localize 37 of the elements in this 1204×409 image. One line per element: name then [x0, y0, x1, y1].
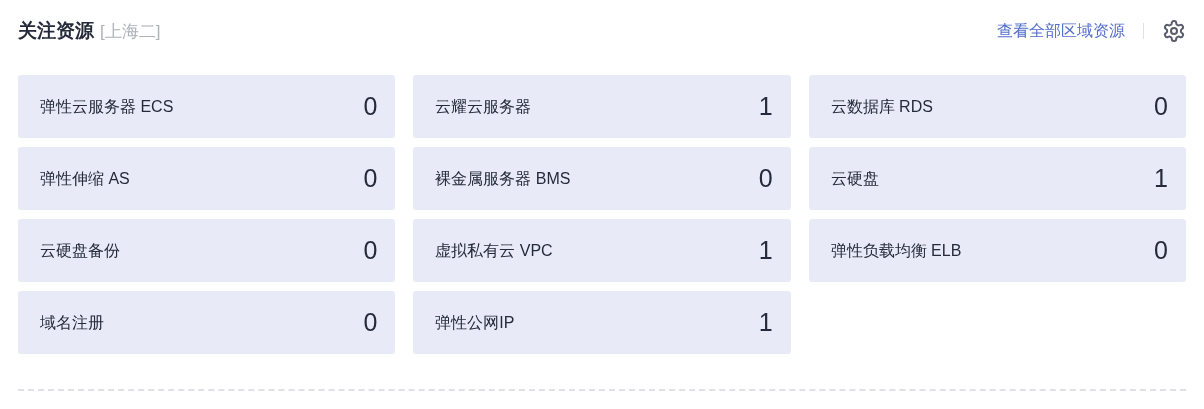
resource-count: 0: [363, 162, 378, 194]
region-label: [上海二]: [100, 20, 161, 43]
resource-name: 弹性伸缩 AS: [40, 168, 130, 189]
resource-count: 1: [758, 234, 773, 266]
resource-name: 域名注册: [40, 312, 104, 333]
resource-count: 0: [1154, 234, 1168, 266]
resource-count: 1: [758, 306, 773, 338]
resource-card[interactable]: 域名注册 0: [18, 291, 396, 354]
resource-card[interactable]: 云数据库 RDS 0: [808, 75, 1186, 138]
resource-card[interactable]: 云硬盘备份 0: [18, 219, 396, 282]
resource-card[interactable]: 弹性云服务器 ECS 0: [18, 75, 396, 138]
resource-name: 弹性负载均衡 ELB: [830, 240, 962, 261]
resource-count: 1: [758, 90, 773, 122]
resource-card[interactable]: 云耀云服务器 1: [413, 75, 791, 138]
resource-card[interactable]: 弹性负载均衡 ELB 0: [808, 219, 1186, 282]
resource-card[interactable]: 虚拟私有云 VPC 1: [413, 219, 791, 282]
resource-name: 云数据库 RDS: [830, 96, 933, 117]
resource-count: 0: [1154, 90, 1168, 122]
resource-card[interactable]: 弹性伸缩 AS 0: [18, 147, 396, 210]
settings-icon[interactable]: [1162, 19, 1186, 43]
resource-name: 云硬盘: [830, 168, 879, 189]
resource-count: 1: [1154, 162, 1168, 194]
resource-card[interactable]: 弹性公网IP 1: [413, 291, 791, 354]
resource-count: 0: [758, 162, 773, 194]
resource-name: 弹性公网IP: [435, 312, 515, 333]
resource-name: 裸金属服务器 BMS: [435, 168, 571, 189]
resource-name: 云硬盘备份: [40, 240, 120, 261]
section-title: 关注资源: [18, 18, 94, 43]
resource-name: 虚拟私有云 VPC: [435, 240, 553, 261]
resource-count: 0: [363, 90, 378, 122]
view-all-regions-link[interactable]: 查看全部区域资源: [997, 19, 1125, 43]
resource-card[interactable]: 云硬盘 1: [808, 147, 1186, 210]
resource-count: 0: [363, 306, 378, 338]
resource-name: 弹性云服务器 ECS: [40, 96, 174, 117]
resource-card[interactable]: 裸金属服务器 BMS 0: [413, 147, 791, 210]
resource-count: 0: [363, 234, 378, 266]
resource-name: 云耀云服务器: [435, 96, 532, 117]
